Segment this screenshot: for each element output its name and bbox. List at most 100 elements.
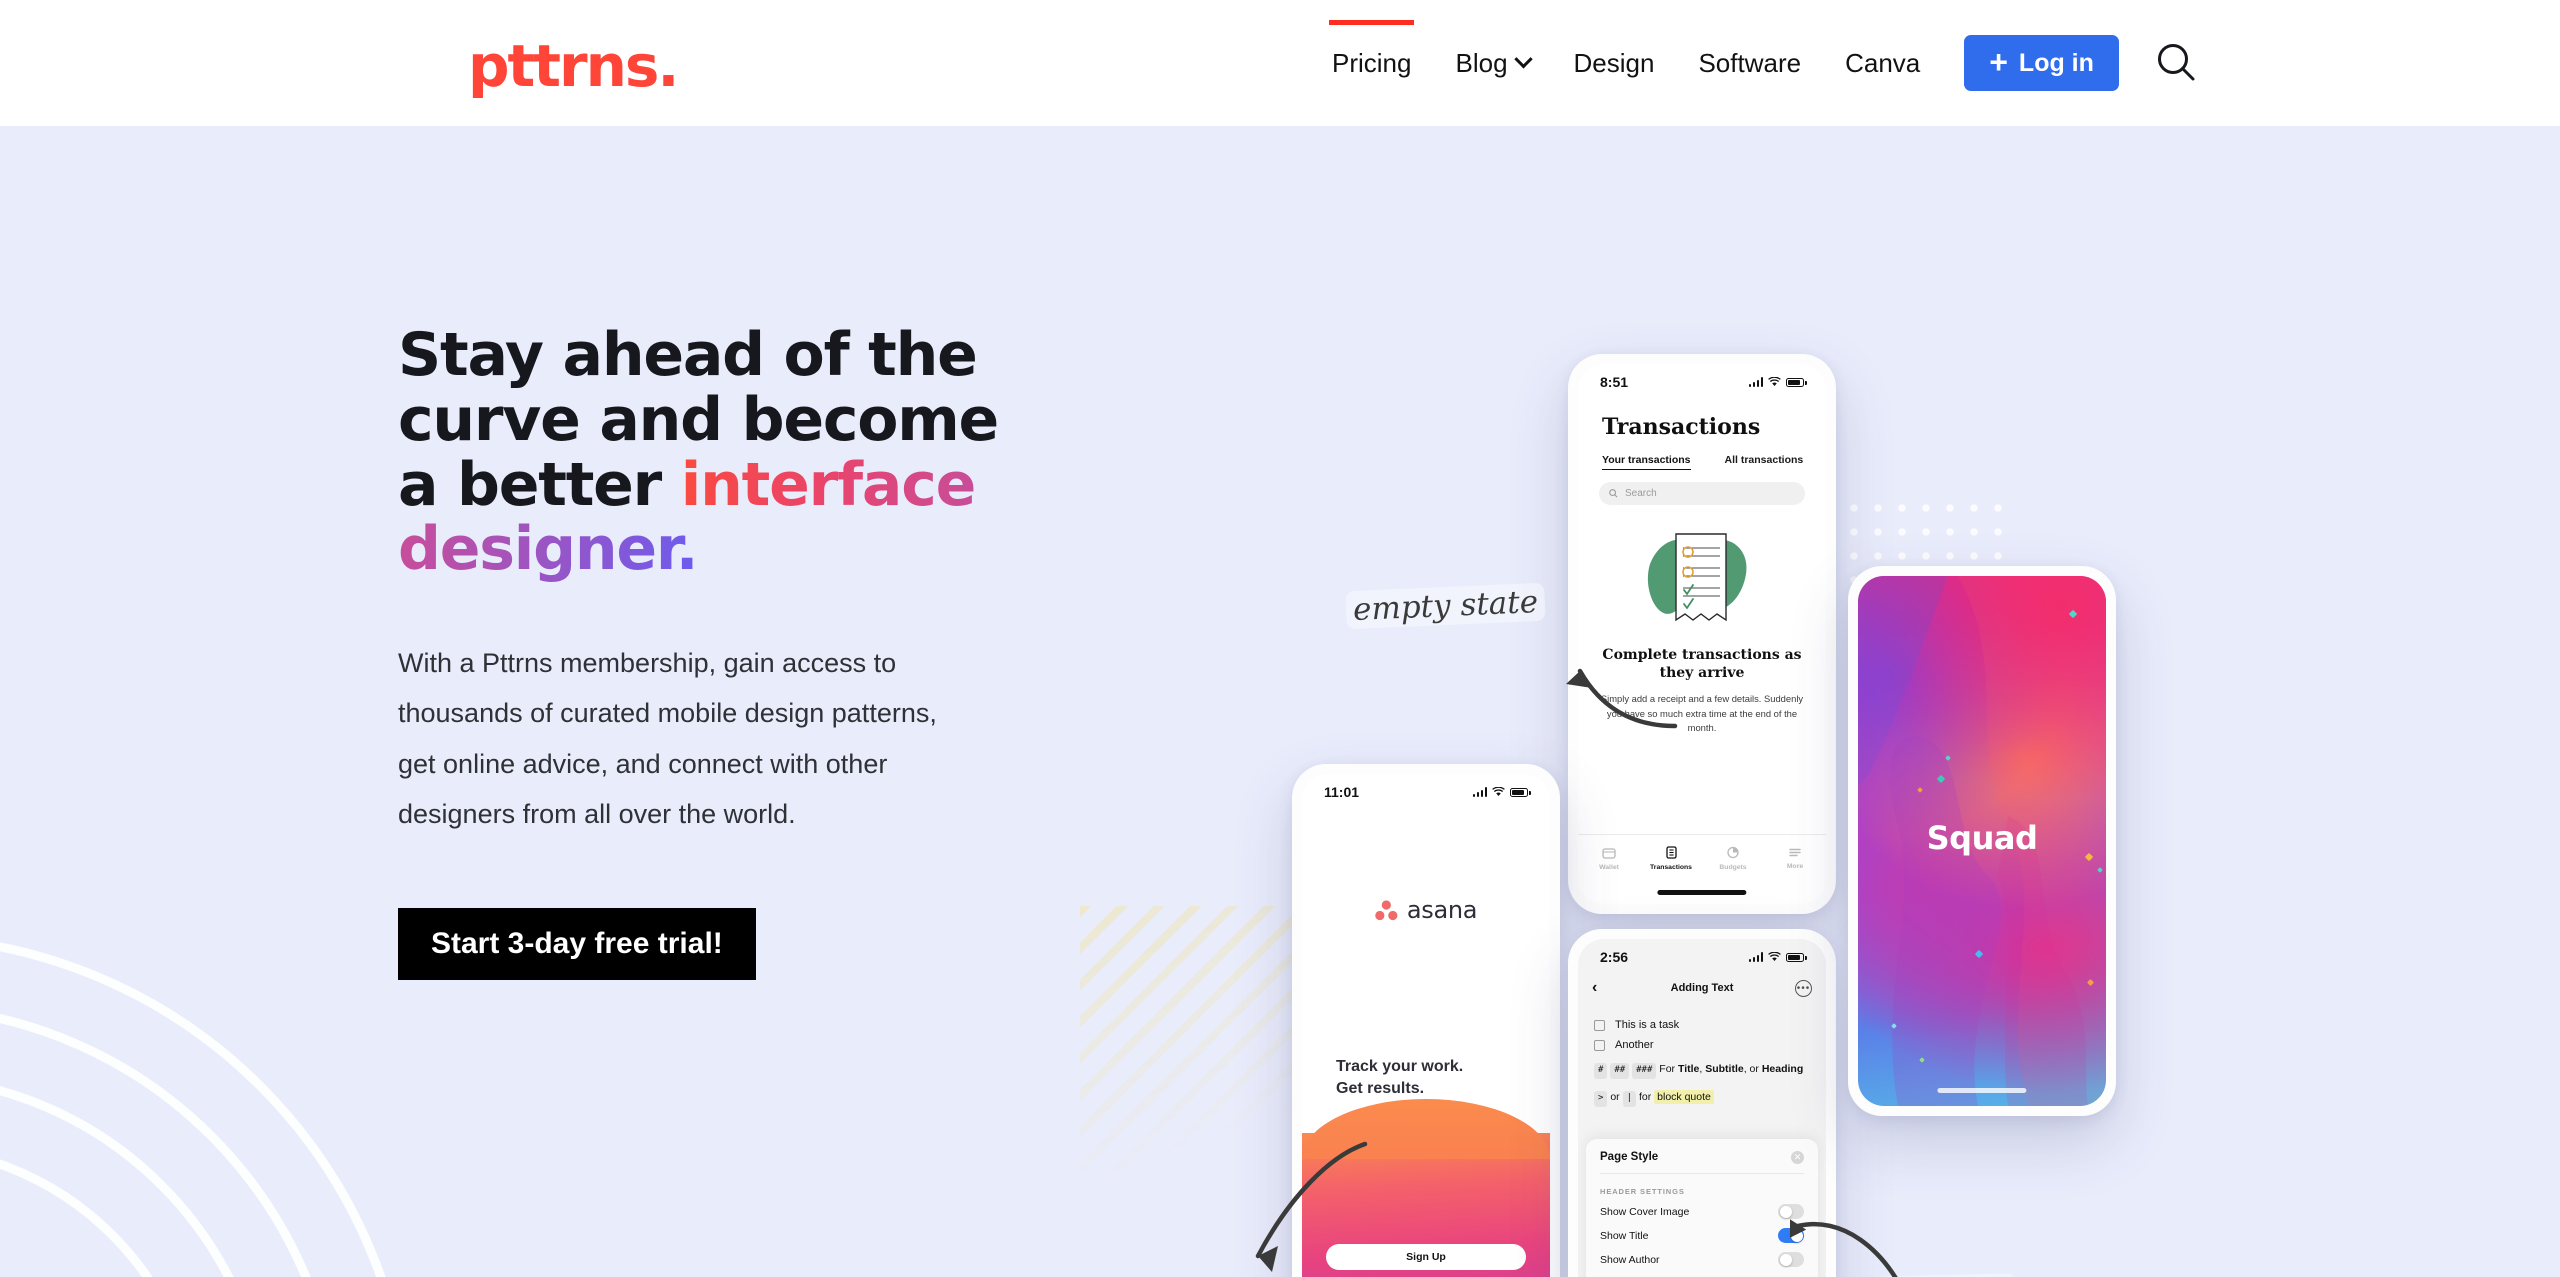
hero-description: With a Pttrns membership, gain access to… <box>398 648 937 830</box>
login-label: Log in <box>2018 48 2094 77</box>
budgets-icon <box>1726 846 1739 859</box>
nav-label: Blog <box>1455 47 1508 78</box>
status-bar: 11:01 <box>1302 774 1550 810</box>
status-bar: 2:56 <box>1578 939 1826 975</box>
cellular-icon <box>1748 952 1763 962</box>
status-bar: 8:51 <box>1578 364 1826 400</box>
tabbar-item-more[interactable]: More <box>1764 835 1826 882</box>
search-icon[interactable] <box>2149 35 2205 91</box>
tabbar-label: More <box>1786 863 1804 870</box>
hint-bold-title: Title <box>1677 1063 1700 1075</box>
tabbar-item-budgets[interactable]: Budgets <box>1702 835 1764 882</box>
status-icons <box>1748 952 1807 962</box>
status-time: 8:51 <box>1600 374 1629 390</box>
toggle-label: Show Cover Image <box>1600 1205 1690 1218</box>
quote-key: | <box>1622 1090 1637 1107</box>
asana-headline-line2: Get results. <box>1336 1080 1425 1098</box>
tabbar-label: Wallet <box>1599 863 1619 871</box>
phone-screen: Squad <box>1858 576 2106 1106</box>
hero-headline: Stay ahead of the curve and become a bet… <box>398 323 1038 582</box>
annotation-arrow-popover <box>1790 1217 1898 1277</box>
nav-label: Design <box>1573 47 1655 78</box>
quote-key: > <box>1594 1090 1608 1107</box>
asana-headline: Track your work. Get results. <box>1336 1056 1463 1100</box>
status-time: 11:01 <box>1324 784 1360 800</box>
transactions-search-field[interactable]: Search <box>1599 482 1805 505</box>
checkbox-icon[interactable] <box>1594 1039 1605 1051</box>
toggle-row-show-title[interactable]: Show Title <box>1600 1228 1804 1243</box>
nav-item-blog[interactable]: Blog <box>1433 48 1551 79</box>
empty-state-illustration <box>1647 533 1747 622</box>
close-icon[interactable]: ✕ <box>1791 1151 1804 1164</box>
asana-headline-line1: Track your work. <box>1336 1058 1464 1075</box>
tabbar-item-wallet[interactable]: Wallet <box>1578 835 1640 882</box>
markdown-key: ### <box>1632 1063 1657 1079</box>
wifi-icon <box>1492 787 1505 796</box>
section-header-settings: HEADER SETTINGS <box>1600 1187 1685 1196</box>
markdown-quote-hint: > or | for block quote <box>1594 1089 1810 1107</box>
transactions-icon <box>1665 846 1677 859</box>
phone-mockup-squad: Squad <box>1848 566 2116 1116</box>
markdown-heading-hint: # ## ### For Title, Subtitle, or Heading <box>1594 1061 1810 1079</box>
transactions-tabs: Your transactions All transactions <box>1602 454 1803 470</box>
panel-title: Page Style <box>1600 1151 1659 1163</box>
main-navigation: Pricing Blog Design Software Canva + Log… <box>1310 0 2205 126</box>
phone-screen: 2:56 Adding Text ‹ ••• This is a task An… <box>1578 939 1826 1277</box>
tabbar-label: Transactions <box>1650 864 1692 871</box>
nav-label: Canva <box>1845 47 1921 78</box>
login-button[interactable]: + Log in <box>1964 35 2119 91</box>
status-time: 2:56 <box>1600 949 1629 965</box>
search-placeholder: Search <box>1625 488 1657 499</box>
tab-your-transactions[interactable]: Your transactions <box>1602 454 1691 470</box>
block-quote-highlight: block quote <box>1654 1089 1714 1104</box>
status-icons <box>1748 377 1807 387</box>
tab-all-transactions[interactable]: All transactions <box>1725 454 1804 470</box>
ellipsis-icon[interactable]: ••• <box>1795 980 1812 997</box>
checklist-item[interactable]: This is a task <box>1594 1019 1810 1031</box>
nav-item-software[interactable]: Software <box>1676 48 1823 79</box>
site-logo[interactable]: pttrns. <box>468 32 679 100</box>
battery-icon <box>1786 377 1807 387</box>
markdown-key: ## <box>1610 1063 1630 1079</box>
annotation-arrow-empty-state <box>1566 668 1678 729</box>
hint-bold-heading: Heading <box>1761 1063 1804 1075</box>
checklist-item[interactable]: Another <box>1594 1039 1810 1051</box>
tab-bar: Wallet Transactions Budgets More <box>1578 834 1826 882</box>
wifi-icon <box>1768 952 1781 961</box>
asana-logo: asana <box>1375 896 1477 924</box>
notes-nav-title: Adding Text <box>1578 971 1826 1005</box>
page-style-panel: Page Style ✕ HEADER SETTINGS Show Cover … <box>1586 1139 1818 1277</box>
cellular-icon <box>1748 377 1763 387</box>
hint-bold-subtitle: Subtitle <box>1705 1063 1744 1075</box>
checkbox-icon[interactable] <box>1594 1019 1605 1031</box>
nav-item-pricing[interactable]: Pricing <box>1310 19 1433 79</box>
chevron-left-icon[interactable]: ‹ <box>1592 979 1597 997</box>
home-indicator <box>1657 890 1747 895</box>
divider <box>1600 1173 1804 1174</box>
toggle-row-cover-image[interactable]: Show Cover Image <box>1600 1204 1804 1219</box>
quote-for: for <box>1638 1090 1652 1103</box>
nav-label: Pricing <box>1332 47 1412 78</box>
annotation-text: empty state <box>1345 582 1546 630</box>
tabbar-label: Budgets <box>1719 864 1747 871</box>
nav-item-design[interactable]: Design <box>1552 48 1677 79</box>
site-header: pttrns. Pricing Blog Design Software Can… <box>0 0 2560 126</box>
transactions-title: Transactions <box>1602 414 1761 440</box>
start-free-trial-button[interactable]: Start 3-day free trial! <box>398 908 756 980</box>
quote-or: or <box>1610 1090 1620 1103</box>
nav-label: Software <box>1698 47 1802 78</box>
asana-mark-icon <box>1375 899 1398 920</box>
annotation-arrow-onboarding <box>1255 1141 1368 1272</box>
nav-item-canva[interactable]: Canva <box>1823 48 1942 79</box>
annotation-empty-state: empty state <box>1345 582 1546 630</box>
cellular-icon <box>1472 787 1487 797</box>
more-icon <box>1789 848 1801 857</box>
hint-text: For <box>1659 1063 1678 1075</box>
tabbar-item-transactions[interactable]: Transactions <box>1640 835 1702 882</box>
status-icons <box>1472 787 1531 797</box>
search-icon <box>1609 489 1618 498</box>
toggle-row-show-author[interactable]: Show Author <box>1600 1252 1804 1267</box>
plus-icon: + <box>1989 44 2008 81</box>
hint-text-b: , or <box>1743 1063 1762 1075</box>
home-indicator <box>1937 1088 2027 1093</box>
